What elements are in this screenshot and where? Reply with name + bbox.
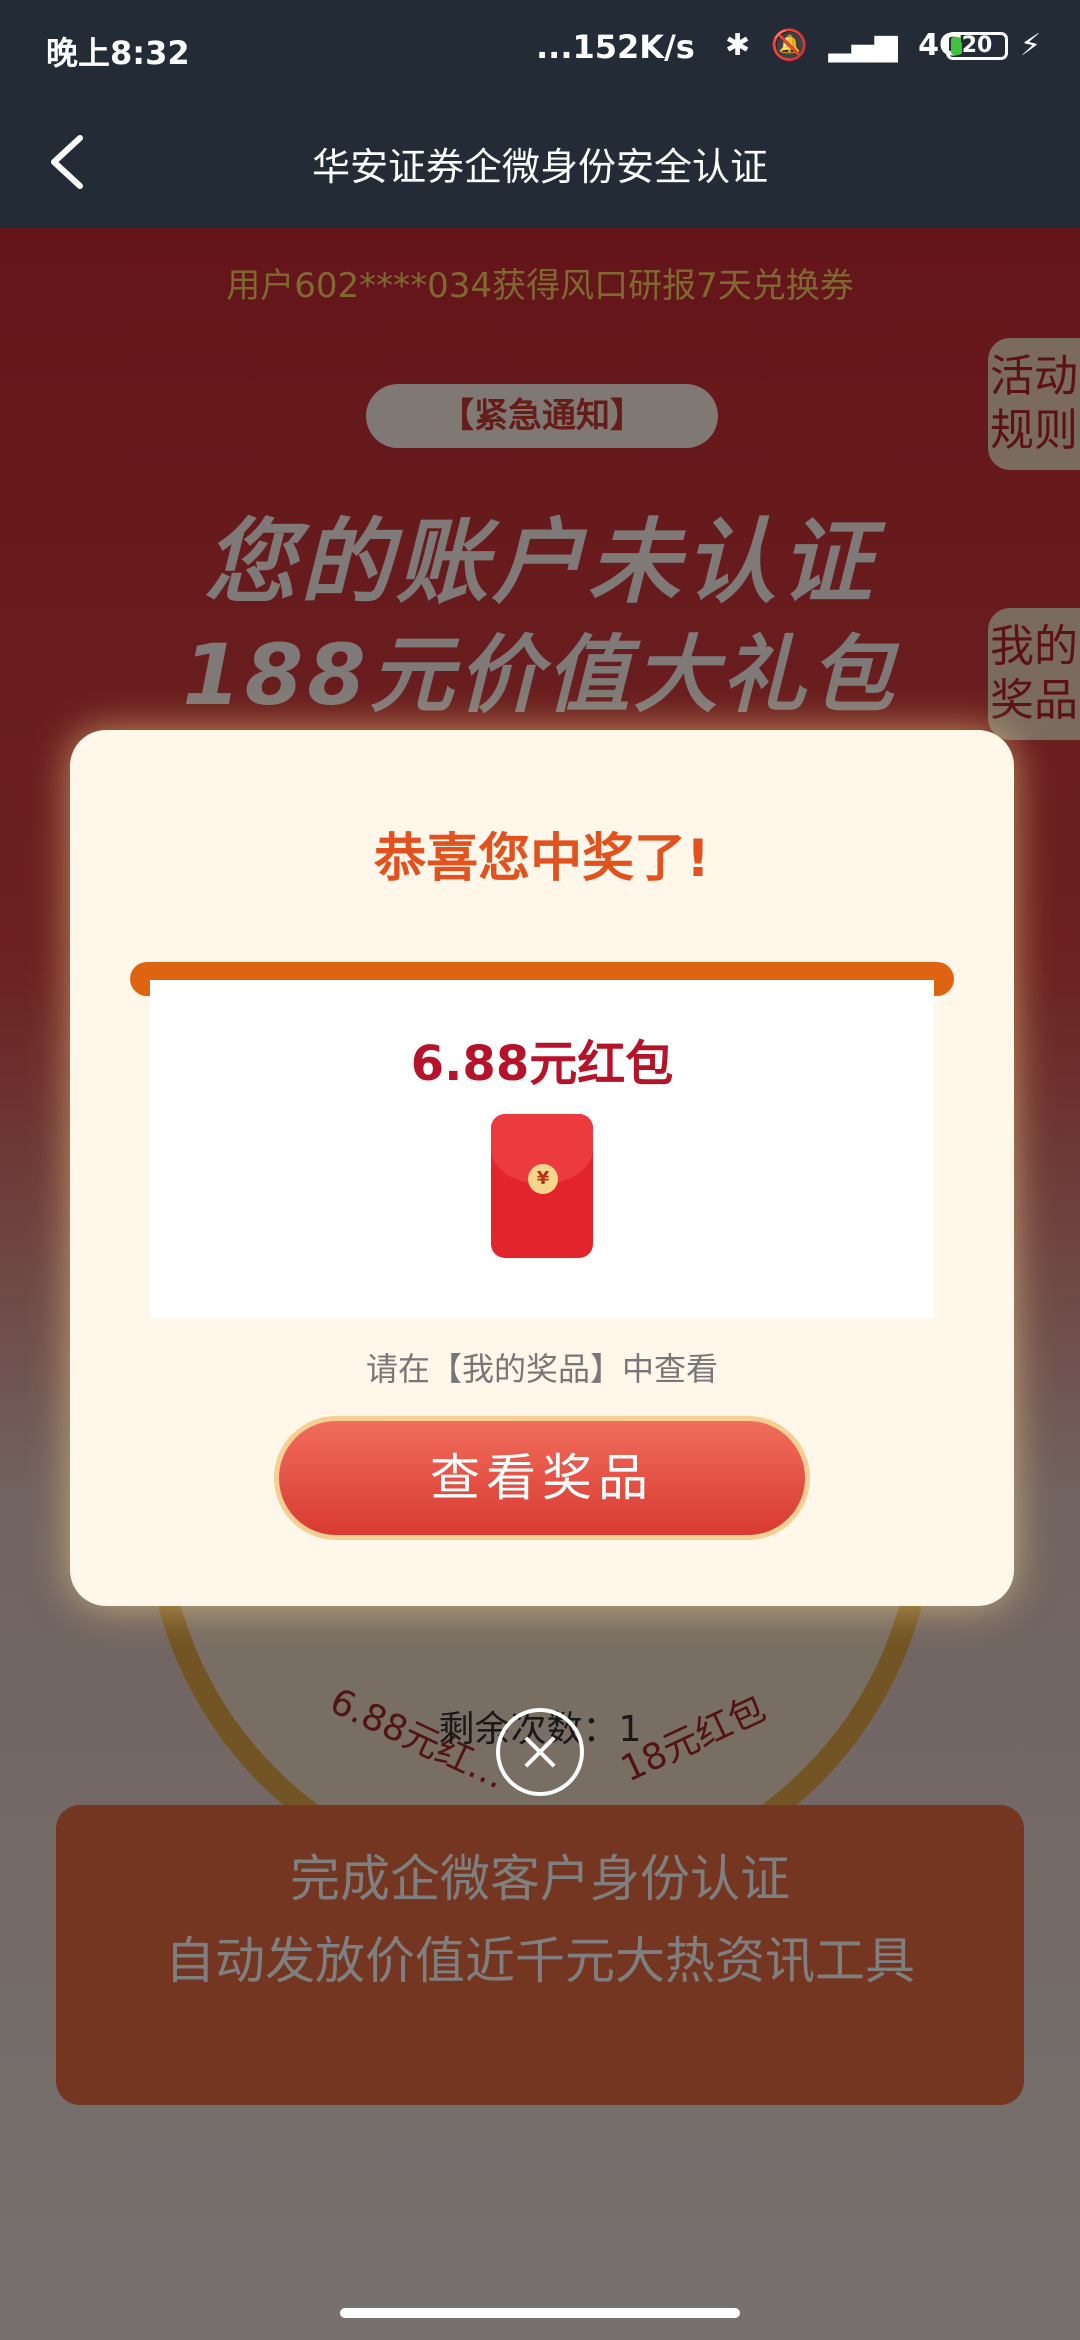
status-icons: ✱ 🔕 ▂▄▆ 4G	[725, 28, 974, 63]
status-bar: 晚上8:32 ...152K/s ✱ 🔕 ▂▄▆ 4G 20 ⚡	[0, 0, 1080, 96]
signal-icon: ▂▄▆	[828, 28, 898, 63]
prize-card: 6.88元红包 ¥	[150, 980, 934, 1318]
red-envelope-icon: ¥	[491, 1114, 593, 1258]
network-speed: ...152K/s	[536, 28, 695, 66]
title-bar: 华安证券企微身份安全认证	[0, 96, 1080, 228]
prize-dialog: 恭喜您中奖了! 6.88元红包 ¥ 请在【我的奖品】中查看 查看奖品	[70, 730, 1014, 1606]
mute-icon: 🔕	[770, 28, 808, 63]
battery-level: 20	[961, 33, 993, 58]
battery-icon: 20	[946, 32, 1008, 60]
home-indicator[interactable]	[340, 2308, 740, 2318]
view-prize-button[interactable]: 查看奖品	[274, 1416, 810, 1540]
dialog-title: 恭喜您中奖了!	[374, 829, 710, 889]
prize-hint: 请在【我的奖品】中查看	[365, 1350, 718, 1388]
prize-name: 6.88元红包	[410, 1036, 674, 1092]
close-icon[interactable]	[496, 1708, 584, 1796]
status-time: 晚上8:32	[46, 34, 190, 72]
yuan-seal-icon: ¥	[528, 1164, 558, 1194]
page-title: 华安证券企微身份安全认证	[311, 145, 768, 189]
battery-fill	[951, 37, 962, 55]
bluetooth-icon: ✱	[725, 28, 751, 63]
charging-icon: ⚡	[1020, 28, 1042, 63]
